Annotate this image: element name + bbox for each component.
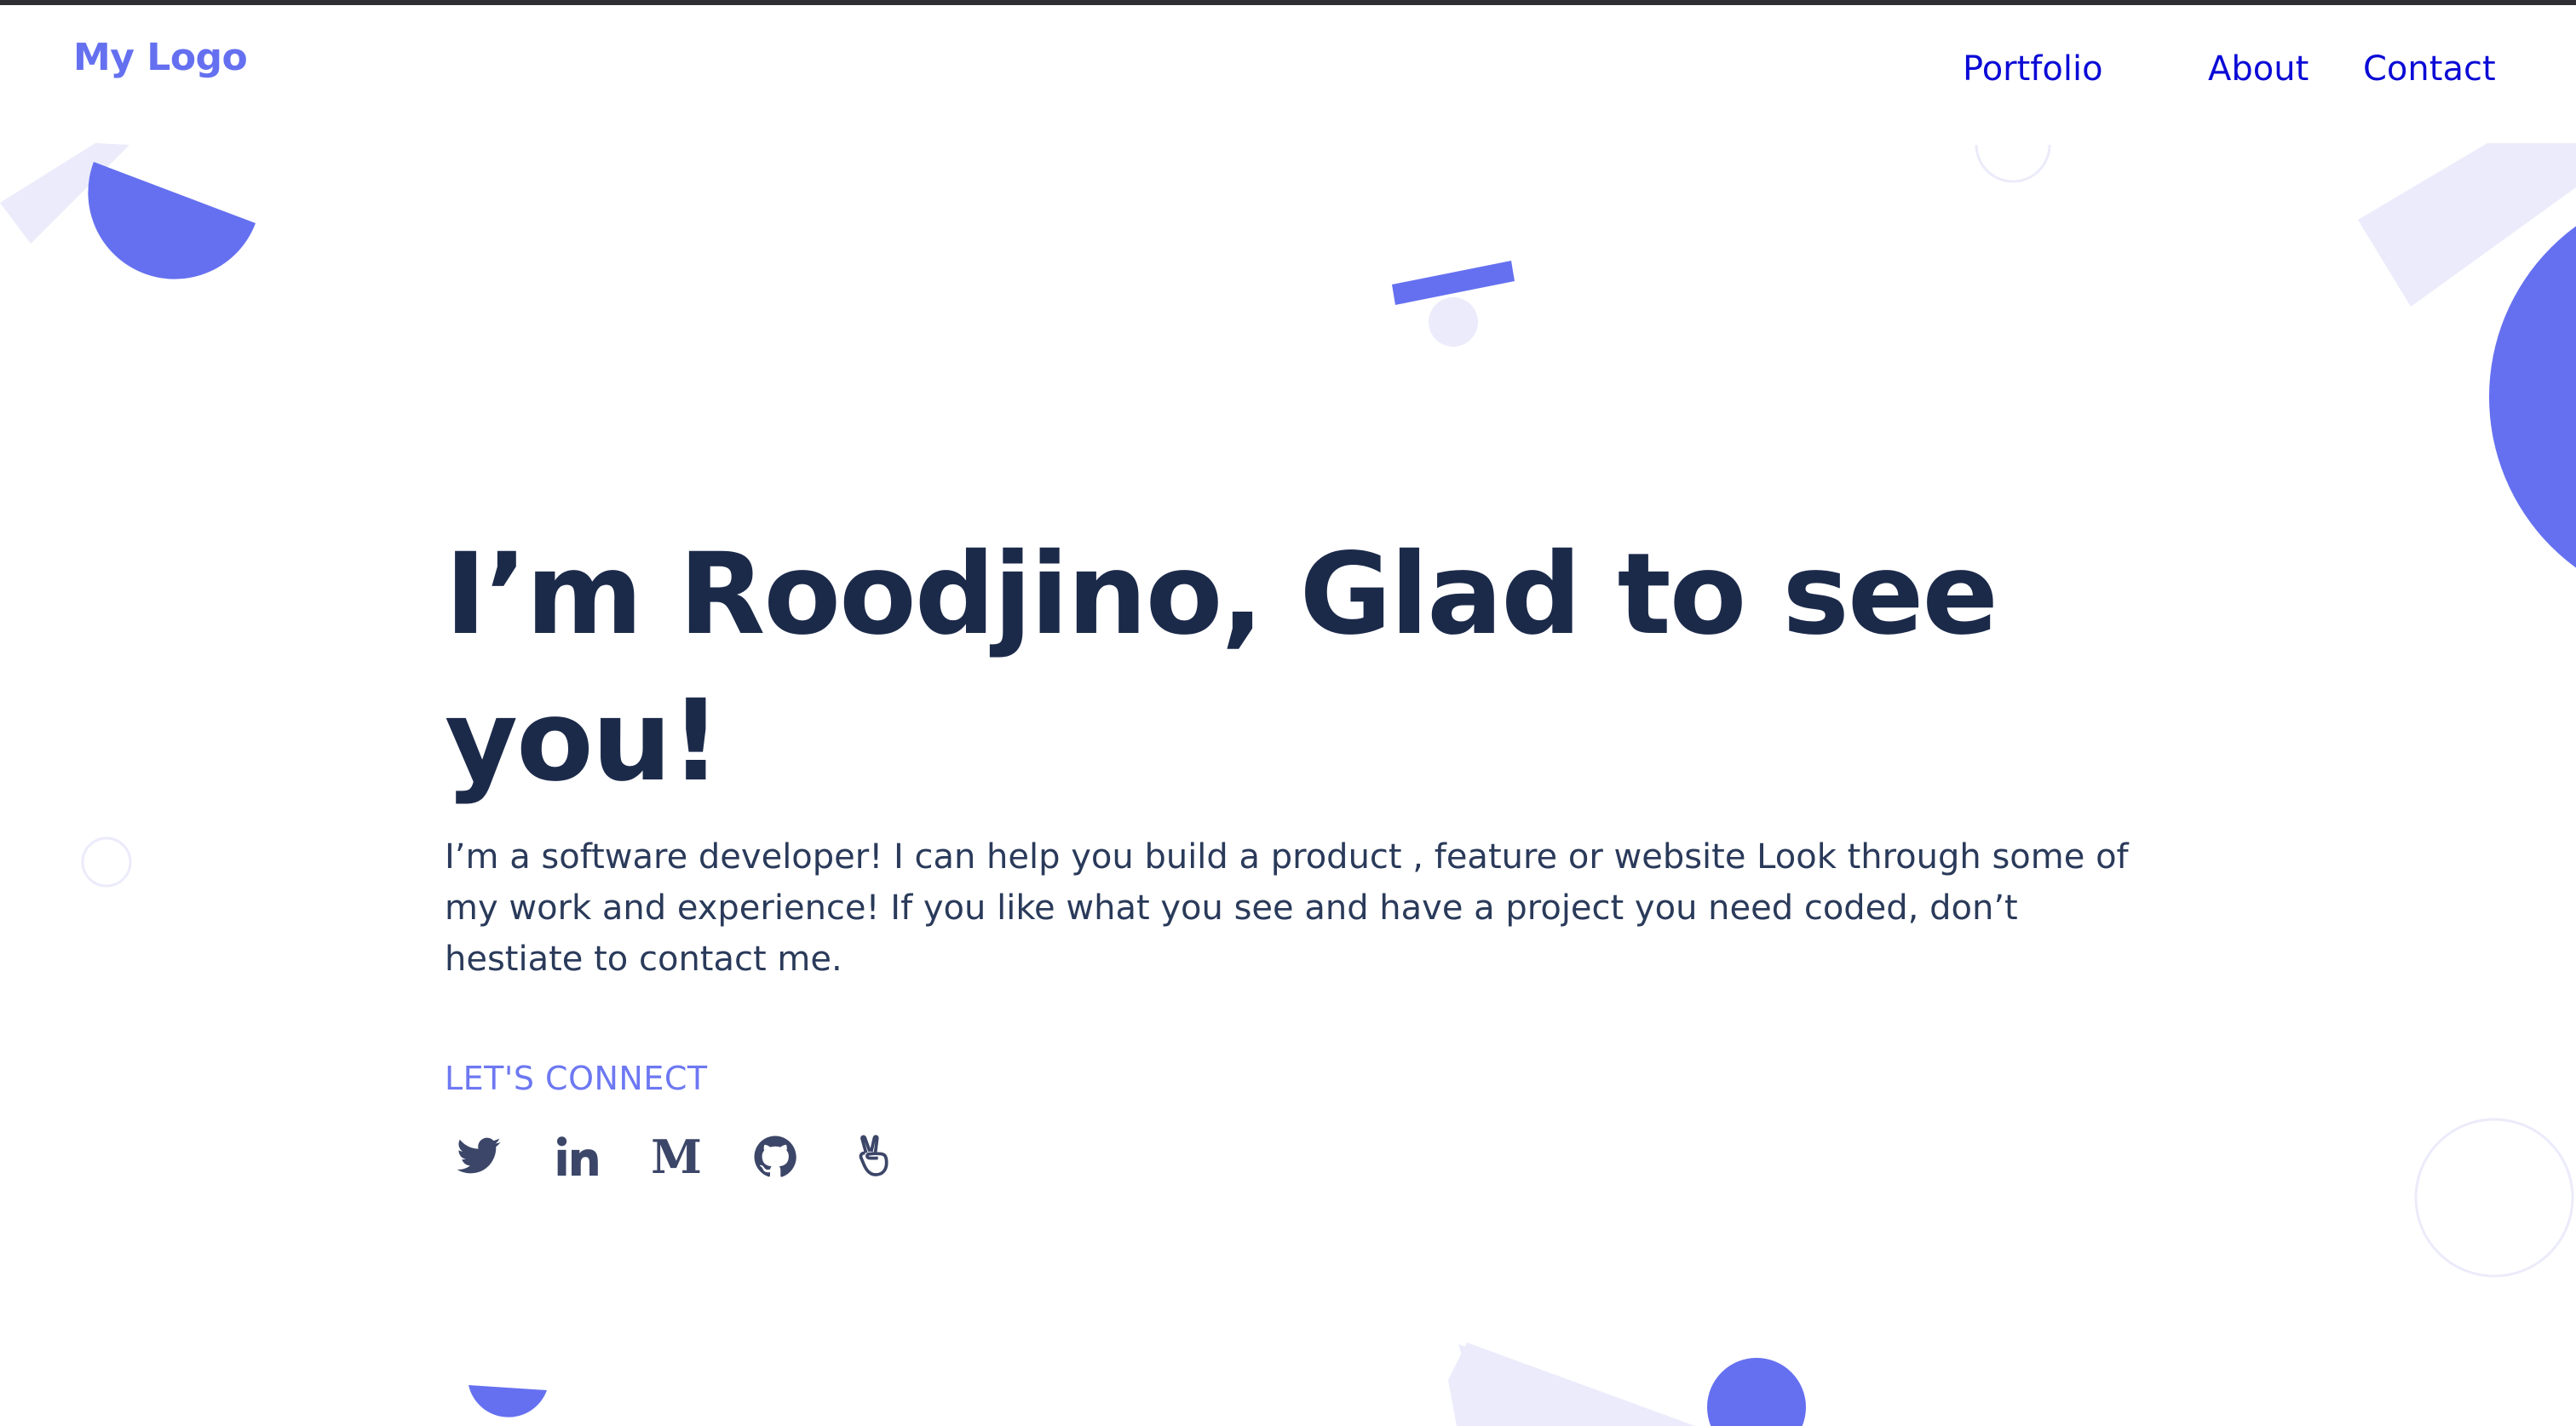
angellist-icon (859, 1135, 888, 1176)
decor-half-circle-top-left (88, 162, 256, 279)
nav-link-about[interactable]: About (2208, 49, 2309, 89)
decor-circle-bottom (1707, 1358, 1806, 1426)
decor-ring-right (2414, 1118, 2574, 1278)
hero-section: I’m Roodjino, Glad to see you! I’m a sof… (445, 521, 2129, 979)
decor-arc-near-nav (1975, 144, 2051, 183)
connect-label: LET'S CONNECT (445, 1060, 708, 1097)
decor-slab-bottom-middle (1448, 1343, 1695, 1426)
page: My Logo Portfolio About Contact I’m Rood… (0, 0, 2576, 1426)
main-nav: Portfolio About Contact (0, 49, 2576, 101)
decor-ring-left (81, 837, 132, 888)
angellist-link[interactable] (847, 1130, 901, 1184)
github-link[interactable] (748, 1130, 802, 1184)
twitter-link[interactable] (451, 1130, 506, 1184)
linkedin-link[interactable] (550, 1130, 605, 1184)
nav-link-contact[interactable]: Contact (2363, 49, 2496, 89)
medium-icon: M (651, 1130, 702, 1184)
twitter-icon (457, 1137, 501, 1174)
decor-circle-top-middle (1429, 297, 1478, 347)
decor-half-circle-bottom-left (469, 1385, 547, 1417)
decor-circle-right-edge (2489, 226, 2576, 568)
hero-description: I’m a software developer! I can help you… (445, 837, 2129, 979)
linkedin-icon (556, 1136, 598, 1176)
hero-heading-line-2: you! (445, 676, 722, 807)
github-icon (754, 1136, 796, 1177)
hero-heading-line-1: I’m Roodjino, Glad to see (445, 529, 1998, 660)
nav-link-portfolio[interactable]: Portfolio (1963, 49, 2103, 89)
hero-heading: I’m Roodjino, Glad to see you! (445, 521, 2114, 814)
medium-link[interactable]: M (649, 1130, 704, 1184)
